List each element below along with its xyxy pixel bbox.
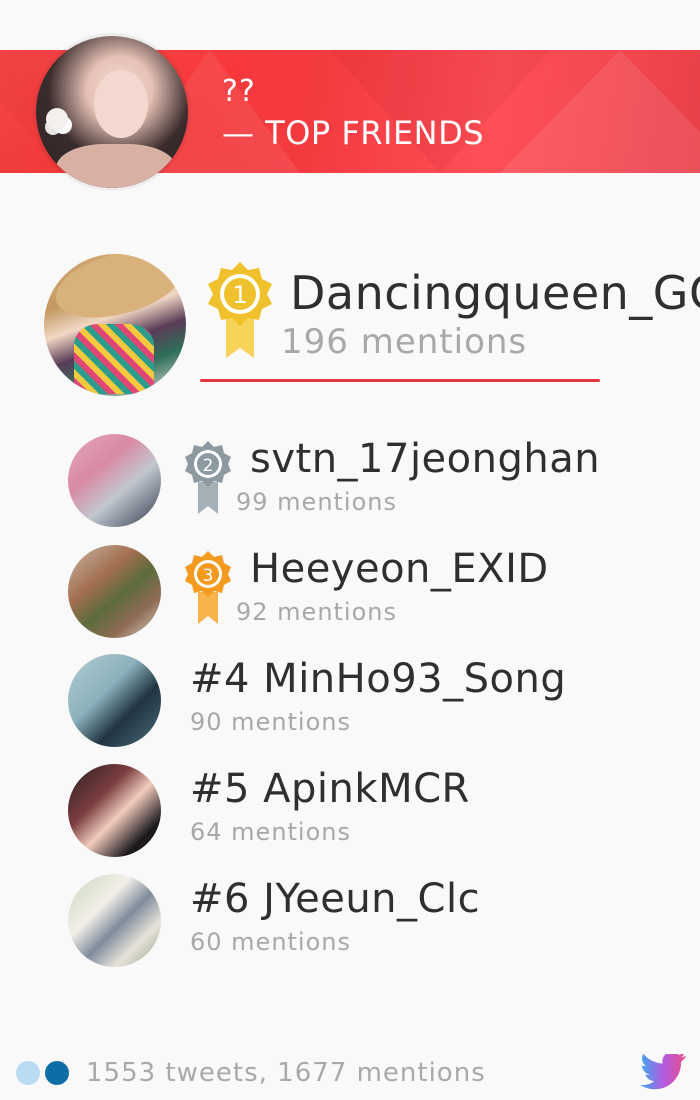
friend-mentions-5: 64 mentions [190,818,351,846]
bronze-medal-icon: 3 [184,550,232,626]
pager-dot-active[interactable] [45,1061,69,1085]
friend-mentions-3: 92 mentions [236,598,397,626]
friend-name-1[interactable]: Dancingqueen_GG [290,266,700,320]
svg-text:3: 3 [203,566,214,586]
friend-mentions-6: 60 mentions [190,928,351,956]
friend-avatar-6[interactable] [68,874,161,967]
user-avatar[interactable] [36,36,188,188]
footer-stats: 1553 tweets, 1677 mentions [86,1058,486,1088]
friend-avatar-4[interactable] [68,654,161,747]
top-friend-underline [200,379,600,382]
friend-avatar-3[interactable] [68,545,161,638]
friend-name-3[interactable]: Heeyeon_EXID [250,546,549,592]
friend-mentions-2: 99 mentions [236,488,397,516]
friend-name-2[interactable]: svtn_17jeonghan [250,436,600,482]
header-username: ?? [222,74,256,109]
friend-avatar-2[interactable] [68,434,161,527]
friend-name-4[interactable]: #4 MinHo93_Song [190,656,566,702]
twitter-bird-icon [640,1052,688,1094]
gold-medal-icon: 1 [206,260,274,362]
friend-name-5[interactable]: #5 ApinkMCR [190,766,470,812]
friend-avatar-5[interactable] [68,764,161,857]
page-title: — TOP FRIENDS [222,114,485,152]
pager-dot-inactive[interactable] [16,1061,40,1085]
friend-mentions-1: 196 mentions [281,322,528,362]
friend-avatar-1[interactable] [44,254,186,396]
friend-mentions-4: 90 mentions [190,708,351,736]
silver-medal-icon: 2 [184,440,232,516]
friend-name-6[interactable]: #6 JYeeun_Clc [190,876,480,922]
svg-text:1: 1 [232,281,247,309]
svg-text:2: 2 [203,456,214,476]
